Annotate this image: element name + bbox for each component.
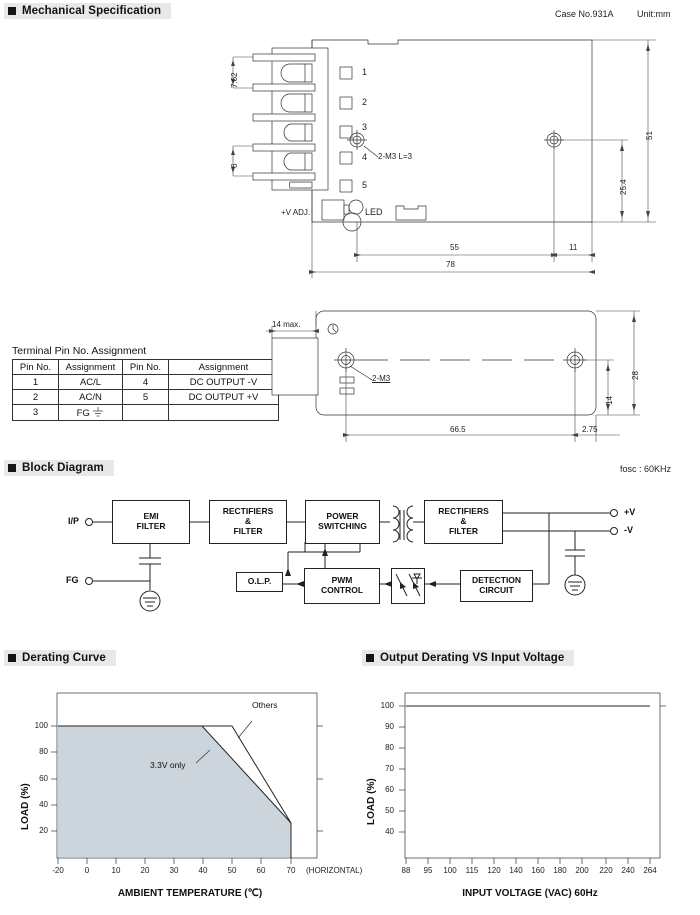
x-tick-50: 50: [227, 866, 237, 875]
dimension-51: 51: [645, 131, 654, 140]
section-header-derating-curve: Derating Curve: [4, 650, 116, 666]
block-rectifiers-filter-primary: RECTIFIERS & FILTER: [209, 500, 287, 544]
dimension-6: 6: [230, 163, 239, 168]
block-power-switching: POWER SWITCHING: [305, 500, 380, 544]
pin-number-4: 4: [362, 152, 368, 162]
bullet-square-icon: [366, 654, 374, 662]
x-tick-10: 10: [111, 866, 121, 875]
x-tick-40: 40: [198, 866, 208, 875]
section-header-output-derating: Output Derating VS Input Voltage: [362, 650, 575, 666]
dimension-11: 11: [569, 243, 578, 252]
optocoupler-symbol-icon: [391, 568, 425, 604]
output-derating-y-axis-title: LOAD (%): [366, 778, 377, 825]
fosc-label: fosc : 60KHz: [620, 464, 672, 474]
dimension-66-5: 66.5: [450, 425, 466, 434]
bullet-square-icon: [8, 464, 16, 472]
block-olp-label: O.L.P.: [247, 576, 272, 587]
output-negative-label: -V: [624, 525, 633, 535]
block-pwm-control: PWM CONTROL: [304, 568, 380, 604]
y2-tick-80: 80: [385, 743, 394, 752]
block-olp: O.L.P.: [236, 572, 283, 592]
block-rectifiers-filter-secondary: RECTIFIERS & FILTER: [424, 500, 503, 544]
pin-number-5: 5: [362, 180, 368, 190]
vadj-label: +V ADJ.: [281, 208, 311, 217]
block-detection-label: DETECTION CIRCUIT: [471, 575, 522, 595]
input-terminal-label: I/P: [68, 516, 80, 526]
block-power-label: POWER SWITCHING: [318, 511, 367, 531]
section-title-derating-curve: Derating Curve: [22, 652, 106, 664]
derating-curve-x-axis-title: AMBIENT TEMPERATURE (℃): [117, 888, 263, 899]
dimension-55: 55: [450, 243, 459, 252]
fg-terminal-label: FG: [66, 575, 79, 585]
x-tick-20: 20: [140, 866, 150, 875]
x2-tick-200: 200: [575, 866, 589, 875]
y2-tick-100: 100: [380, 701, 394, 710]
section-title-output-derating: Output Derating VS Input Voltage: [380, 652, 565, 664]
pin-number-3: 3: [362, 122, 368, 132]
dimension-28: 28: [631, 371, 640, 380]
dimension-25-4: 25.4: [619, 179, 628, 195]
y-tick-60: 60: [39, 774, 48, 783]
output-positive-label: +V: [624, 507, 636, 517]
dimension-7-62: 7.62: [230, 72, 239, 88]
dimension-14: 14: [605, 396, 614, 405]
horizontal-note: (HORIZONTAL): [306, 866, 363, 875]
output-derating-chart: [399, 692, 666, 864]
x-tick-70: 70: [286, 866, 296, 875]
block-rect2-label: RECTIFIERS & FILTER: [438, 506, 489, 536]
mechanical-top-view-drawing: [231, 39, 656, 278]
y2-tick-40: 40: [385, 827, 394, 836]
x-tick-30: 30: [169, 866, 179, 875]
block-detection-circuit: DETECTION CIRCUIT: [460, 570, 533, 602]
y-tick-100: 100: [34, 721, 48, 730]
derating-curve-y-axis-title: LOAD (%): [20, 783, 31, 830]
dimension-2-75: 2.75: [582, 425, 598, 434]
x-tick-minus20: -20: [52, 866, 64, 875]
y2-tick-70: 70: [385, 764, 394, 773]
x-tick-0: 0: [84, 866, 90, 875]
y2-tick-90: 90: [385, 722, 394, 731]
pin-number-2: 2: [362, 97, 368, 107]
annotation-3v3-only: 3.3V only: [150, 760, 186, 770]
dimension-14-max: 14 max.: [272, 320, 301, 329]
derating-curve-chart: [51, 692, 323, 864]
screw-note-top: 2-M3 L=3: [378, 152, 413, 161]
pin-number-1: 1: [362, 67, 368, 77]
block-pwm-label: PWM CONTROL: [320, 575, 364, 595]
annotation-others: Others: [252, 700, 278, 710]
section-header-block-diagram: Block Diagram: [4, 460, 114, 476]
screw-note-side: 2-M3: [372, 374, 391, 383]
block-emi-filter: EMI FILTER: [112, 500, 190, 544]
block-emi-filter-label: EMI FILTER: [136, 511, 166, 531]
y-tick-80: 80: [39, 747, 48, 756]
x2-tick-264: 264: [643, 866, 657, 875]
bullet-square-icon: [8, 654, 16, 662]
block-rect1-label: RECTIFIERS & FILTER: [222, 506, 274, 536]
x-tick-60: 60: [256, 866, 266, 875]
section-title-block-diagram: Block Diagram: [22, 462, 104, 474]
output-derating-x-axis-title: INPUT VOLTAGE (VAC) 60Hz: [462, 888, 598, 899]
dimension-78: 78: [446, 260, 455, 269]
led-label: LED: [365, 207, 383, 217]
